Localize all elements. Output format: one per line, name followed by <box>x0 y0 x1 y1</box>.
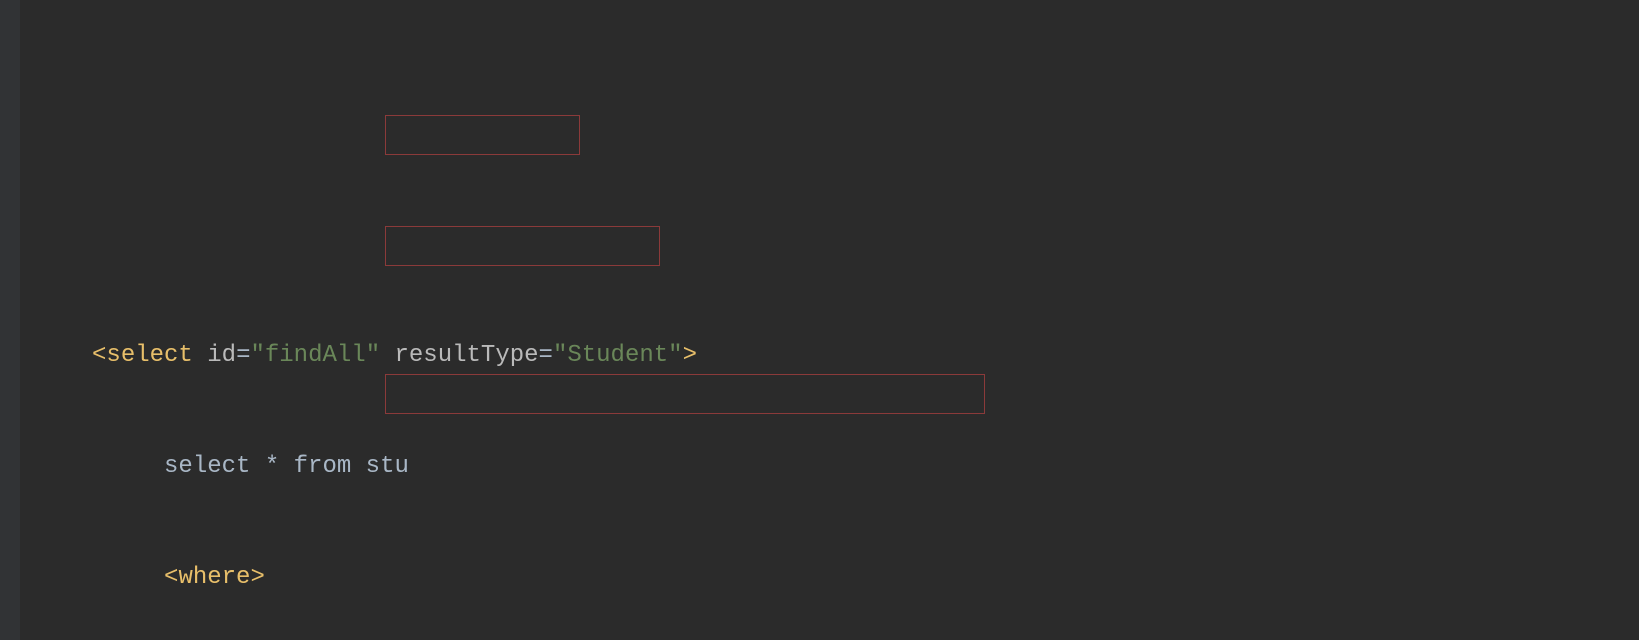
attr-id: id <box>207 342 236 369</box>
code-line: <where> <box>20 559 1639 596</box>
sql-text: select * from stu <box>164 453 409 480</box>
code-line: <select id="findAll" resultType="Student… <box>20 337 1639 374</box>
highlight-box-2 <box>385 226 660 266</box>
code-editor[interactable]: <select id="findAll" resultType="Student… <box>0 0 1639 640</box>
tag-select: select <box>106 342 192 369</box>
val-resultType: "Student" <box>553 342 683 369</box>
attr-resultType: resultType <box>395 342 539 369</box>
highlight-box-1 <box>385 115 580 155</box>
gutter <box>0 0 20 640</box>
delim: < <box>92 342 106 369</box>
val-id: "findAll" <box>250 342 380 369</box>
code-line: select * from stu <box>20 448 1639 485</box>
tag-where: where <box>178 564 250 591</box>
highlight-box-3 <box>385 374 985 414</box>
